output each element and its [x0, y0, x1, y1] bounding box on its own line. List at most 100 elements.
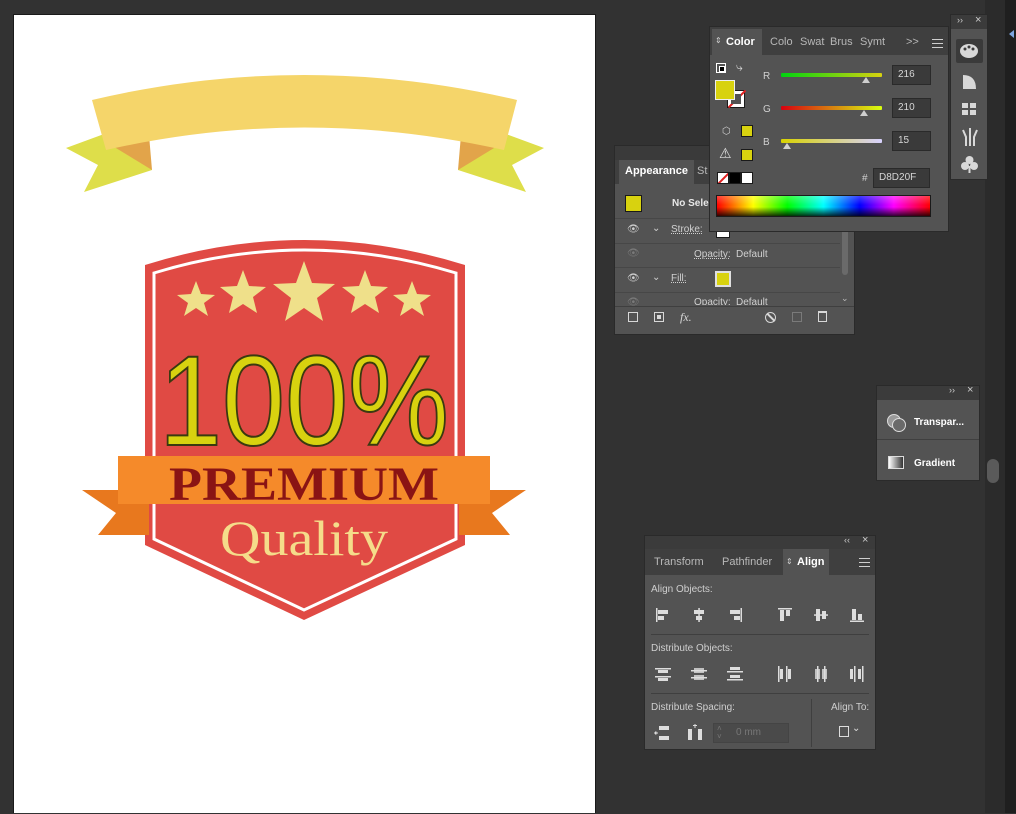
panel-menu-icon[interactable] [859, 558, 870, 567]
tab-color-label: Color [726, 36, 755, 48]
appearance-thumbnail [625, 195, 642, 212]
tab-symbols[interactable]: Symt [856, 29, 889, 55]
close-icon[interactable]: × [975, 14, 981, 26]
brushes-icon[interactable] [956, 125, 983, 149]
align-to-selection-icon [839, 726, 849, 737]
align-horizontal-center-icon[interactable] [689, 605, 709, 625]
distribute-right-icon[interactable] [847, 664, 867, 684]
visibility-eye-icon[interactable]: 👁 [627, 273, 640, 284]
fill-swatch[interactable] [715, 271, 731, 287]
tab-transform[interactable]: Transform [650, 549, 708, 575]
clear-appearance-icon[interactable] [765, 312, 776, 323]
distribute-horizontal-center-icon[interactable] [811, 664, 831, 684]
quality-text: Quality [220, 510, 388, 566]
color-panel: Color ⇕ Colo Swat Brus Symt >> ⤷ ⬡ ⚠ R 2… [709, 26, 949, 232]
chevron-down-icon[interactable]: ⌄ [652, 272, 660, 283]
ribbon-top [92, 75, 517, 150]
fill-color-box[interactable] [715, 80, 735, 100]
color-guide-icon[interactable] [956, 69, 983, 93]
visibility-eye-icon[interactable]: 👁 [627, 224, 640, 235]
panel-menu-icon[interactable] [932, 39, 943, 48]
g-label: G [763, 104, 771, 115]
r-slider-thumb[interactable] [862, 77, 870, 83]
dock-header: ›› × [951, 14, 987, 29]
opacity-label-2[interactable]: Opacity: [694, 297, 731, 305]
g-value-field[interactable]: 210 [892, 98, 931, 118]
row-divider [615, 243, 840, 244]
align-left-icon[interactable] [653, 605, 673, 625]
swap-colors-icon[interactable]: ⤷ [736, 60, 743, 75]
distribute-vertical-center-icon[interactable] [689, 664, 709, 684]
overflow-tabs-button[interactable]: >> [902, 29, 923, 55]
expand-icon[interactable]: ›› [949, 385, 955, 395]
white-swatch[interactable] [741, 172, 753, 184]
swatches-grid-icon[interactable] [956, 97, 983, 121]
close-icon[interactable]: × [967, 384, 973, 396]
workspace: 100% PREMIUM Quality ›› × Appearance St … [0, 0, 1016, 813]
appearance-scrollbar[interactable]: ⌄ [840, 219, 850, 307]
artboard[interactable]: 100% PREMIUM Quality [13, 14, 596, 813]
b-value-field[interactable]: 15 [892, 131, 931, 151]
close-icon[interactable]: × [862, 534, 868, 546]
tab-pathfinder[interactable]: Pathfinder [718, 549, 776, 575]
color-spectrum[interactable] [716, 195, 931, 217]
scroll-down-icon[interactable]: ⌄ [841, 293, 849, 304]
g-slider-thumb[interactable] [860, 110, 868, 116]
align-to-label: Align To: [831, 702, 870, 713]
row-divider [615, 292, 840, 293]
align-panel: ‹‹ × Transform Pathfinder Align ⇕ Align … [644, 534, 876, 750]
align-vertical-center-icon[interactable] [811, 605, 831, 625]
align-header: ‹‹ × [645, 534, 875, 549]
fill-label: Fill: [671, 273, 687, 284]
align-bottom-icon[interactable] [847, 605, 867, 625]
align-top-icon[interactable] [775, 605, 795, 625]
distribute-left-icon[interactable] [775, 664, 795, 684]
align-tabbar: Transform Pathfinder Align ⇕ [645, 549, 875, 575]
align-right-icon[interactable] [725, 605, 745, 625]
collapse-arrow-icon[interactable] [1009, 30, 1014, 38]
dock-scroll-handle[interactable] [987, 459, 999, 483]
fx-icon[interactable]: fx. [680, 310, 692, 325]
distribute-top-icon[interactable] [653, 664, 673, 684]
opacity-label[interactable]: Opacity: [694, 249, 731, 260]
web-safe-swatch[interactable] [741, 125, 753, 137]
badge-artwork[interactable]: 100% PREMIUM Quality [14, 15, 597, 814]
add-stroke-icon[interactable] [628, 312, 638, 322]
symbols-club-icon[interactable] [956, 153, 983, 177]
expand-icon[interactable]: ›› [957, 15, 963, 25]
stepper-icon[interactable]: ˄ ˅ [717, 725, 722, 741]
transparency-icon-2 [892, 418, 906, 432]
black-swatch[interactable] [729, 172, 741, 184]
color-palette-icon[interactable] [956, 39, 983, 63]
tab-color-guide[interactable]: Colo [766, 29, 797, 55]
tab-brushes[interactable]: Brus [826, 29, 857, 55]
tab-appearance[interactable]: Appearance [619, 160, 694, 184]
distribute-bottom-icon[interactable] [725, 664, 745, 684]
tab-swatches[interactable]: Swat [796, 29, 828, 55]
spacing-input[interactable]: ˄ ˅ 0 mm [713, 723, 789, 743]
scrollbar-thumb[interactable] [842, 229, 848, 275]
chevron-down-icon[interactable]: ⌄ [652, 223, 660, 234]
vertical-distribute-space-icon[interactable] [653, 723, 673, 743]
gradient-item[interactable]: Gradient [877, 441, 979, 479]
gamut-swatch[interactable] [741, 149, 753, 161]
transparency-item[interactable]: Transpar... [877, 400, 979, 440]
transparency-header: ›› × [877, 384, 979, 400]
none-color-swatch[interactable] [717, 172, 729, 184]
default-colors-icon[interactable] [716, 63, 726, 73]
hex-field[interactable]: D8D20F [873, 168, 930, 188]
add-fill-icon[interactable] [654, 312, 664, 322]
trash-icon[interactable] [818, 311, 827, 322]
transparency-label: Transpar... [914, 417, 965, 428]
align-to-dropdown[interactable]: ⌄ [837, 723, 865, 741]
warning-icon: ⚠ [719, 145, 732, 161]
visibility-eye-icon[interactable]: 👁 [627, 248, 640, 259]
duplicate-item-icon[interactable] [792, 312, 802, 322]
horizontal-distribute-space-icon[interactable] [685, 723, 705, 743]
distribute-spacing-label: Distribute Spacing: [651, 702, 735, 713]
b-slider-track[interactable] [781, 139, 882, 143]
collapse-icon[interactable]: ‹‹ [844, 535, 850, 545]
r-value-field[interactable]: 216 [892, 65, 931, 85]
b-slider-thumb[interactable] [783, 143, 791, 149]
gradient-label: Gradient [914, 458, 956, 469]
